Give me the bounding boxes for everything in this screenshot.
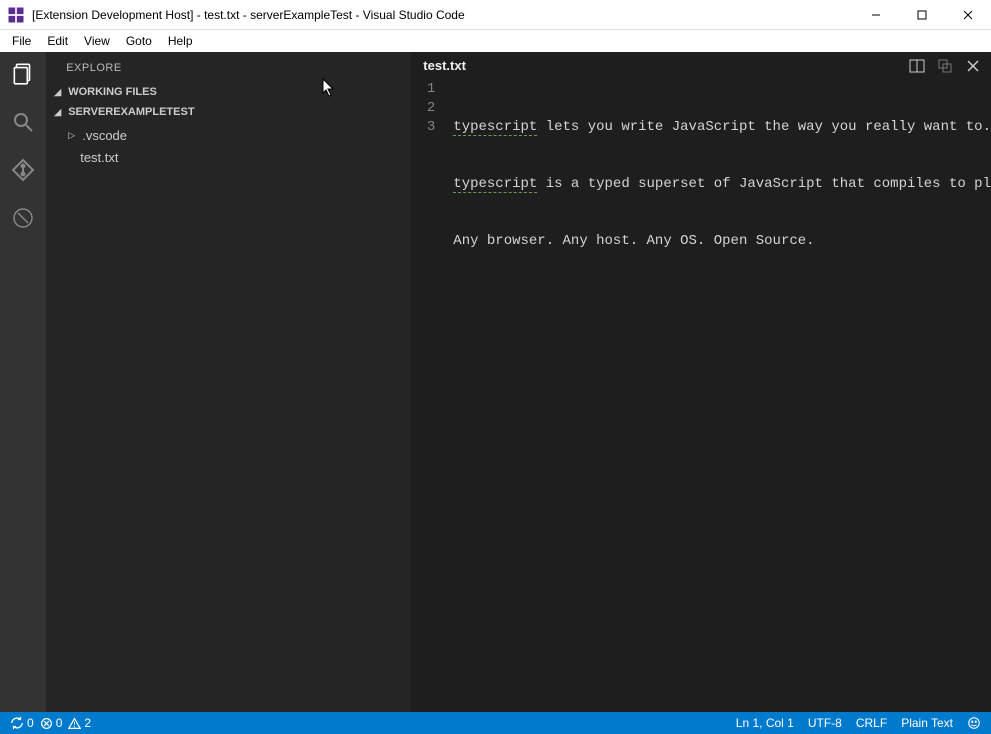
menubar: File Edit View Goto Help	[0, 30, 991, 52]
tree-file-test-txt[interactable]: test.txt	[46, 146, 411, 168]
status-errors[interactable]: 0	[40, 716, 63, 730]
minimize-button[interactable]	[853, 0, 899, 30]
smiley-icon	[967, 716, 981, 730]
line-gutter: 1 2 3	[411, 80, 453, 712]
code-lines[interactable]: typescript lets you write JavaScript the…	[453, 80, 991, 712]
chevron-down-icon: ◢	[54, 87, 64, 98]
editor-tab-title[interactable]: test.txt	[423, 58, 909, 73]
status-feedback-icon[interactable]	[967, 716, 981, 730]
status-eol[interactable]: CRLF	[856, 716, 887, 730]
status-warnings[interactable]: 2	[68, 716, 91, 730]
file-tree: ▷ .vscode test.txt	[46, 122, 411, 170]
explorer-icon[interactable]	[9, 60, 37, 88]
working-files-label: WORKING FILES	[68, 86, 157, 98]
status-encoding[interactable]: UTF-8	[808, 716, 842, 730]
tree-item-label: test.txt	[80, 150, 118, 165]
warning-icon	[68, 717, 81, 730]
sync-icon	[10, 716, 24, 730]
more-actions-icon[interactable]	[937, 58, 953, 74]
diagnostic-word: typescript	[453, 119, 537, 136]
project-label: SERVEREXAMPLETEST	[68, 106, 194, 118]
editor-area: test.txt 1 2 3 typescript lets you write…	[411, 52, 991, 712]
code-line[interactable]: typescript lets you write JavaScript the…	[453, 118, 991, 137]
status-remote-count: 0	[27, 716, 34, 730]
debug-icon[interactable]	[9, 204, 37, 232]
diagnostic-word: typescript	[453, 176, 537, 193]
status-warning-count: 2	[84, 716, 91, 730]
working-files-header[interactable]: ◢ WORKING FILES	[46, 82, 411, 102]
status-remote[interactable]: 0	[10, 716, 34, 730]
menu-file[interactable]: File	[4, 32, 39, 50]
code-text: lets you write JavaScript the way you re…	[537, 119, 991, 135]
code-text: Any browser. Any host. Any OS. Open Sour…	[453, 233, 814, 249]
git-icon[interactable]	[9, 156, 37, 184]
search-icon[interactable]	[9, 108, 37, 136]
editor-content[interactable]: 1 2 3 typescript lets you write JavaScri…	[411, 80, 991, 712]
split-editor-icon[interactable]	[909, 58, 925, 74]
menu-view[interactable]: View	[76, 32, 118, 50]
maximize-button[interactable]	[899, 0, 945, 30]
line-number: 3	[411, 118, 435, 137]
chevron-down-icon: ◢	[54, 107, 64, 118]
vscode-app-icon	[6, 5, 26, 25]
project-header[interactable]: ◢ SERVEREXAMPLETEST	[46, 102, 411, 122]
sidebar-title: EXPLORE	[46, 52, 411, 82]
status-error-count: 0	[56, 716, 63, 730]
close-window-button[interactable]	[945, 0, 991, 30]
activity-bar	[0, 52, 46, 712]
tree-folder-vscode[interactable]: ▷ .vscode	[46, 124, 411, 146]
sidebar-explorer: EXPLORE ◢ WORKING FILES ◢ SERVEREXAMPLET…	[46, 52, 411, 712]
window-titlebar: [Extension Development Host] - test.txt …	[0, 0, 991, 30]
chevron-right-icon: ▷	[68, 130, 78, 141]
status-language[interactable]: Plain Text	[901, 716, 953, 730]
status-cursor-position[interactable]: Ln 1, Col 1	[736, 716, 794, 730]
code-line[interactable]: typescript is a typed superset of JavaSc…	[453, 175, 991, 194]
tree-item-label: .vscode	[82, 128, 127, 143]
menu-edit[interactable]: Edit	[39, 32, 76, 50]
code-text: is a typed superset of JavaScript that c…	[537, 176, 991, 192]
menu-help[interactable]: Help	[160, 32, 201, 50]
error-icon	[40, 717, 53, 730]
line-number: 1	[411, 80, 435, 99]
menu-goto[interactable]: Goto	[118, 32, 160, 50]
status-bar: 0 0 2 Ln 1, Col 1 UTF-8 CRLF Plain Text	[0, 712, 991, 734]
editor-tabs: test.txt	[411, 52, 991, 80]
close-editor-icon[interactable]	[965, 58, 981, 74]
code-line[interactable]: Any browser. Any host. Any OS. Open Sour…	[453, 232, 991, 251]
window-title: [Extension Development Host] - test.txt …	[32, 8, 853, 22]
main-area: EXPLORE ◢ WORKING FILES ◢ SERVEREXAMPLET…	[0, 52, 991, 712]
line-number: 2	[411, 99, 435, 118]
